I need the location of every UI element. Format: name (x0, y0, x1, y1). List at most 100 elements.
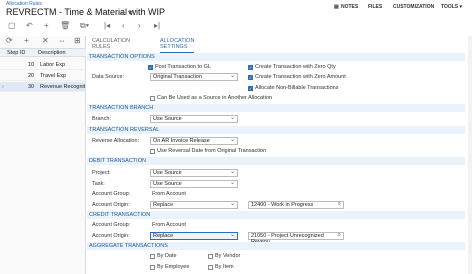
debit-origin-value: Replace (153, 202, 174, 208)
copy-paste-icon[interactable]: ⧉▾ (80, 21, 89, 31)
post-gl-label: Post Transaction to GL (155, 64, 211, 70)
table-row[interactable]: › 30 Revenue Recognit (0, 82, 86, 92)
chevron-down-icon: ⌄ (229, 232, 235, 238)
cell-step: 20 (28, 73, 35, 79)
section-transaction-branch: TRANSACTION BRANCH (87, 104, 465, 112)
col-step-id[interactable]: Step ID (7, 50, 25, 56)
credit-account-origin-label: Account Origin: (92, 233, 130, 239)
can-be-source-label: Can Be Used as a Source in Another Alloc… (157, 95, 272, 101)
chevron-down-icon: ⌄ (229, 201, 235, 207)
post-gl-checkbox[interactable] (148, 65, 153, 70)
credit-account-group-value: From Account (152, 222, 186, 228)
branch-value: Use Source (153, 116, 182, 122)
grid-header: Step ID Description (0, 48, 86, 57)
by-vendor-checkbox[interactable] (208, 254, 213, 259)
by-vendor-label: By Vendor (215, 253, 241, 259)
branch-label: Branch: (92, 116, 111, 122)
chevron-down-icon: ⌄ (229, 73, 235, 79)
reverse-allocation-value: On AR Invoice Release (153, 138, 210, 144)
add-row-icon[interactable]: + (24, 36, 29, 45)
chevron-down-icon: ⌄ (229, 180, 235, 186)
debit-task-label: Task: (92, 181, 105, 187)
cancel-icon[interactable]: ↶ (26, 21, 33, 30)
use-reversal-date-label: Use Reversal Date from Original Transact… (157, 148, 267, 154)
main-toolbar: ▢ ↶ + 🗑 ⧉▾ |◂ ‹ › ▸| (0, 19, 474, 33)
cell-desc: Labor Exp (40, 62, 66, 68)
cell-step: 30 (28, 84, 35, 90)
export-icon[interactable]: ⊞ (74, 36, 81, 45)
debit-project-value: Use Source (153, 170, 182, 176)
debit-account-origin-label: Account Origin: (92, 202, 130, 208)
notes-link[interactable]: NOTES (341, 4, 358, 10)
use-reversal-date-checkbox[interactable] (150, 149, 155, 154)
by-date-checkbox[interactable] (150, 254, 155, 259)
credit-account-input[interactable]: 21050 - Project Unrecognized Revenu⌕ (248, 232, 344, 245)
debit-account-group-label: Account Group: (92, 191, 131, 197)
reverse-allocation-label: Reverse Allocation: (92, 138, 140, 144)
debit-account-group-value: From Account (152, 191, 186, 197)
data-source-select[interactable]: Original Transaction ⌄ (150, 73, 238, 81)
table-row[interactable]: 20 Travel Exp (0, 71, 86, 81)
tab-calculation-rules[interactable]: CALCULATION RULES (92, 38, 130, 50)
section-credit-transaction: CREDIT TRANSACTION (87, 211, 465, 219)
zero-qty-checkbox[interactable] (248, 65, 253, 70)
next-icon[interactable]: › (138, 21, 141, 30)
credit-origin-value: Replace (153, 233, 174, 239)
zero-qty-label: Create Transaction with Zero Qty (255, 64, 336, 70)
by-employee-checkbox[interactable] (150, 265, 155, 270)
non-billable-label: Allocate Non-Billable Transactions (255, 85, 339, 91)
zero-amount-checkbox[interactable] (248, 75, 253, 80)
prev-icon[interactable]: ‹ (122, 21, 125, 30)
vertical-scrollbar[interactable] (468, 36, 472, 274)
tab-allocation-settings[interactable]: ALLOCATION SETTINGS (160, 38, 195, 54)
table-row[interactable]: 10 Labor Exp (0, 60, 86, 70)
non-billable-checkbox[interactable] (248, 86, 253, 91)
section-debit-transaction: DEBIT TRANSACTION (87, 157, 465, 165)
debit-task-select[interactable]: Use Source ⌄ (150, 180, 238, 188)
debit-account-input[interactable]: 12400 - Work in Progress ⌕ (248, 201, 344, 209)
search-icon[interactable]: ⌕ (338, 232, 341, 238)
credit-account-origin-select[interactable]: Replace ⌄ (150, 232, 238, 240)
first-icon[interactable]: |◂ (104, 21, 110, 30)
section-transaction-options: TRANSACTION OPTIONS (87, 53, 465, 61)
save-icon[interactable]: ▢ (8, 21, 16, 30)
by-item-label: By Item (215, 264, 234, 270)
data-source-value: Original Transaction (153, 74, 202, 80)
branch-select[interactable]: Use Source ⌄ (150, 115, 238, 123)
last-icon[interactable]: ▸| (154, 21, 160, 30)
credit-account-group-label: Account Group: (92, 222, 131, 228)
cell-desc: Travel Exp (40, 73, 67, 79)
caret-down-icon[interactable]: ▾ (128, 8, 132, 17)
debit-account-value: 12400 - Work in Progress (251, 202, 314, 208)
files-link[interactable]: FILES (368, 4, 382, 10)
delete-row-icon[interactable]: ✕ (42, 36, 49, 45)
chevron-down-icon: ⌄ (229, 115, 235, 121)
section-transaction-reversal: TRANSACTION REVERSAL (87, 126, 465, 134)
can-be-source-checkbox[interactable] (150, 96, 155, 101)
customization-link[interactable]: CUSTOMIZATION (393, 4, 434, 10)
debit-project-select[interactable]: Use Source ⌄ (150, 169, 238, 177)
by-employee-label: By Employee (157, 264, 190, 270)
reverse-allocation-select[interactable]: On AR Invoice Release ⌄ (150, 137, 238, 145)
delete-icon[interactable]: 🗑 (60, 21, 70, 30)
by-date-label: By Date (157, 253, 177, 259)
section-aggregate-transactions: AGGREGATE TRANSACTIONS (87, 242, 465, 250)
steps-grid: ⟳ + ✕ ⇔ ⊞ Step ID Description 10 Labor E… (0, 36, 86, 274)
debit-account-origin-select[interactable]: Replace ⌄ (150, 201, 238, 209)
row-selector-icon: › (2, 84, 4, 90)
col-description[interactable]: Description (38, 50, 66, 56)
star-icon[interactable]: ☆ (118, 8, 125, 17)
by-item-checkbox[interactable] (208, 265, 213, 270)
notes-icon: ▤ (334, 4, 339, 10)
data-source-label: Data Source: (92, 74, 125, 80)
debit-project-label: Project: (92, 170, 111, 176)
add-icon[interactable]: + (44, 21, 49, 30)
refresh-icon[interactable]: ⟳ (6, 36, 13, 45)
cell-step: 10 (28, 62, 35, 68)
search-icon[interactable]: ⌕ (338, 201, 341, 207)
tools-link[interactable]: TOOLS ▾ (441, 4, 462, 10)
cell-desc: Revenue Recognit (40, 84, 86, 90)
chevron-down-icon: ⌄ (229, 169, 235, 175)
fit-icon[interactable]: ⇔ (58, 36, 66, 45)
grid-toolbar: ⟳ + ✕ ⇔ ⊞ (0, 36, 85, 46)
